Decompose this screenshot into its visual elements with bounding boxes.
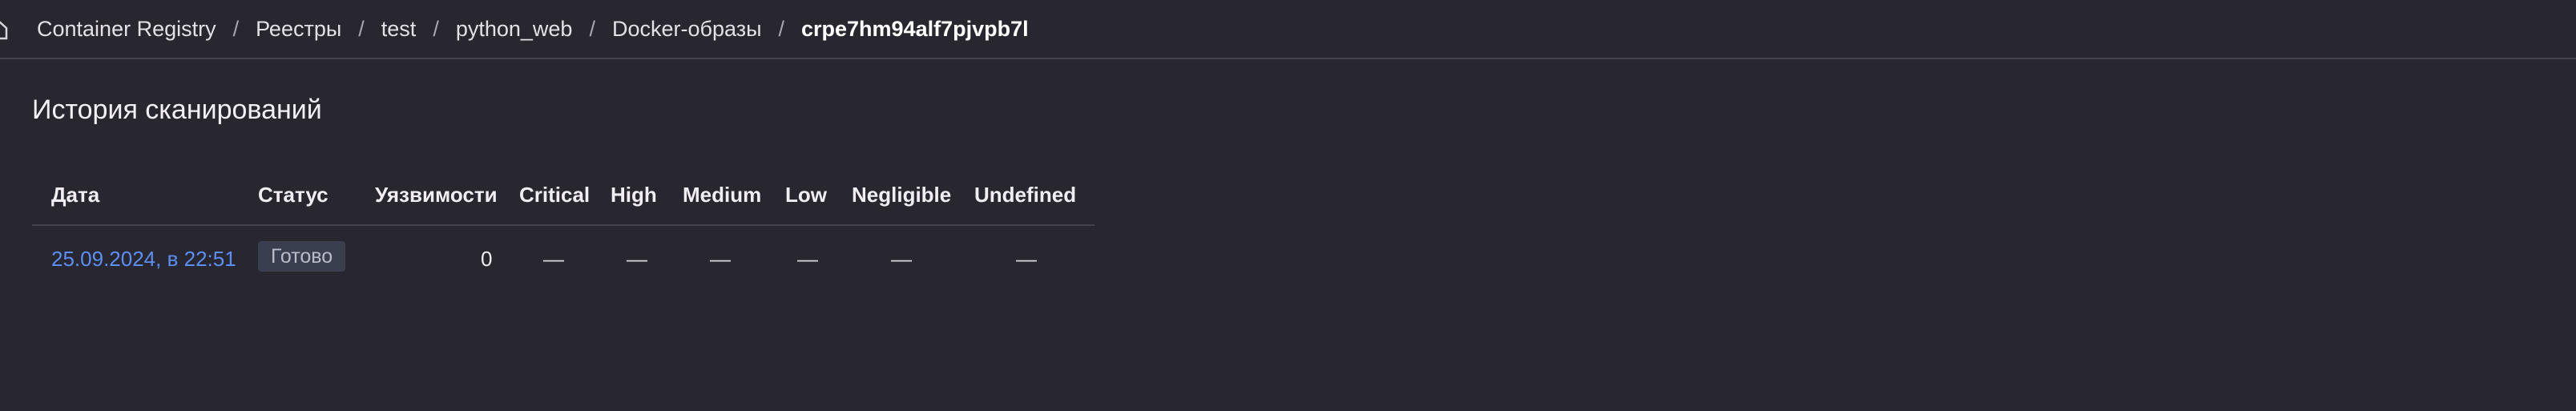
- scan-date-link[interactable]: 25.09.2024, в 22:51: [51, 247, 236, 272]
- top-bar: Container Registry / Реестры / test / py…: [0, 0, 2576, 59]
- status-badge: Готово: [258, 241, 346, 272]
- home-icon[interactable]: [0, 18, 8, 41]
- medium-value: —: [710, 247, 731, 271]
- breadcrumb-separator: /: [433, 16, 439, 41]
- vulnerabilities-count: 0: [481, 247, 493, 271]
- breadcrumb-separator: /: [358, 16, 365, 41]
- critical-value: —: [543, 247, 564, 271]
- high-value: —: [627, 247, 647, 271]
- breadcrumb-item-python-web[interactable]: python_web: [456, 17, 573, 42]
- page-title: История сканирований: [32, 95, 322, 125]
- breadcrumb-item-docker-images[interactable]: Docker-образы: [612, 17, 762, 42]
- breadcrumb: Container Registry / Реестры / test / py…: [37, 0, 1029, 58]
- breadcrumb-separator: /: [589, 16, 595, 41]
- breadcrumb-item-registries[interactable]: Реестры: [256, 17, 341, 42]
- undefined-value: —: [1016, 247, 1037, 271]
- table-row: 25.09.2024, в 22:51 Готово 0 — — — — — —: [32, 170, 1094, 272]
- low-value: —: [797, 247, 818, 271]
- negligible-value: —: [891, 247, 912, 271]
- breadcrumb-separator: /: [232, 16, 240, 41]
- breadcrumb-item-test[interactable]: test: [381, 17, 417, 42]
- breadcrumb-current-image: crpe7hm94alf7pjvpb7l: [801, 16, 1029, 41]
- scan-history-table: Дата Статус Уязвимости Critical High Med…: [32, 170, 1094, 272]
- breadcrumb-item-container-registry[interactable]: Container Registry: [37, 17, 216, 42]
- breadcrumb-separator: /: [778, 16, 784, 41]
